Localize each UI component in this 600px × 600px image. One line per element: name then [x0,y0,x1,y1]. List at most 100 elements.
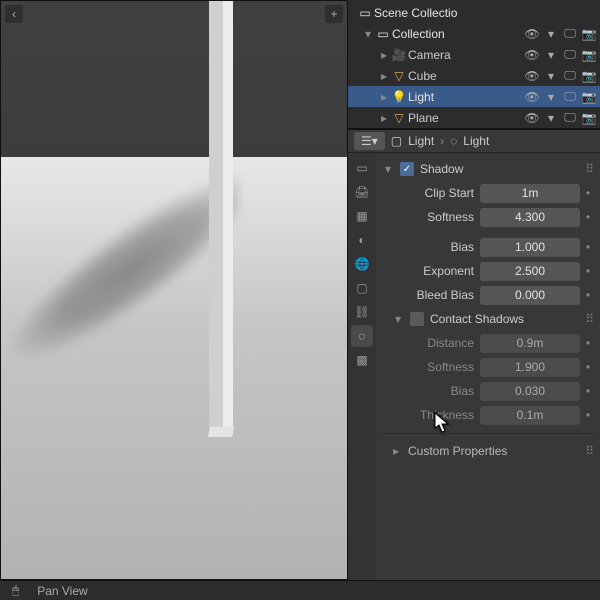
viewport-corner-widget-right[interactable]: + [325,5,343,23]
render-toggle-icon[interactable]: 📷 [581,68,597,84]
panel-header-contact-shadows[interactable]: ▾ Contact Shadows ⠿ [382,307,594,331]
visibility-toggle-icon[interactable]: 👁 [524,89,540,105]
tab-light-data[interactable]: ◌ [351,325,373,347]
selectable-toggle-icon[interactable]: ▾ [543,110,559,126]
animate-property-button[interactable]: • [586,264,594,278]
animate-property-button[interactable]: • [586,240,594,254]
chevron-right-icon: › [440,134,444,148]
disclosure-triangle-icon[interactable]: ▾ [362,27,374,41]
panel-title: Custom Properties [408,444,507,458]
breadcrumb-object[interactable]: Light [408,134,434,148]
render-toggle-icon[interactable]: 📷 [581,47,597,63]
animate-property-button[interactable]: • [586,360,594,374]
disclosure-triangle-icon[interactable]: ▸ [378,90,390,104]
viewport-display-toggle-icon[interactable]: 🖵 [562,47,578,63]
outliner-item-cube[interactable]: ▸ ▽ Cube 👁 ▾ 🖵 📷 [348,65,600,86]
shadow-enable-checkbox[interactable]: ✓ [400,162,414,176]
outliner-item-light[interactable]: ▸ 💡 Light 👁 ▾ 🖵 📷 [348,86,600,107]
panel-grip-icon[interactable]: ⠿ [585,312,594,326]
camera-icon: 🎥 [390,48,408,62]
animate-property-button[interactable]: • [586,210,594,224]
visibility-toggle-icon[interactable]: 👁 [524,110,540,126]
contact-softness-input[interactable]: 1.900 [480,358,580,377]
render-toggle-icon[interactable]: 📷 [581,89,597,105]
tab-object[interactable]: ▢ [351,277,373,299]
panel-grip-icon[interactable]: ⠿ [585,444,594,458]
selectable-toggle-icon[interactable]: ▾ [543,89,559,105]
panel-title: Shadow [420,162,463,176]
animate-property-button[interactable]: • [586,288,594,302]
outliner-item-label: Cube [408,69,524,83]
light-data-icon: ▢ [391,134,402,148]
viewport-corner-widget-left[interactable]: ‹ [5,5,23,23]
outliner-panel: ▭ Scene Collectio ▾ ▭ Collection 👁 ▾ 🖵 📷… [348,0,600,129]
disclosure-triangle-icon[interactable]: ▸ [378,48,390,62]
contact-thickness-input[interactable]: 0.1m [480,406,580,425]
tab-viewlayer[interactable]: ▦ [351,205,373,227]
properties-breadcrumb: ☰▾ ▢ Light › ◌ Light [348,129,600,153]
disclosure-triangle-icon[interactable]: ▾ [392,312,404,326]
panel-header-custom-properties[interactable]: ▸ Custom Properties ⠿ [382,440,594,462]
property-tabs: ▭ 🖨 ▦ ◐ 🌐 ▢ ⛓ ◌ ▩ [348,153,376,580]
outliner-item-label: Camera [408,48,524,62]
field-label: Thickness [382,408,474,422]
field-label: Softness [382,210,474,224]
status-bar: 🖱 Pan View [0,580,600,600]
collection-label: Collection [392,27,524,41]
field-label: Bleed Bias [382,288,474,302]
bias-input[interactable]: 1.000 [480,238,580,257]
contact-bias-input[interactable]: 0.030 [480,382,580,401]
animate-property-button[interactable]: • [586,408,594,422]
panel-header-shadow[interactable]: ▾ ✓ Shadow ⠿ [382,157,594,181]
disclosure-triangle-icon[interactable]: ▾ [382,162,394,176]
outliner-scene-collection[interactable]: ▭ Scene Collectio [348,2,600,23]
collection-icon: ▭ [374,27,392,41]
clip-start-input[interactable]: 1m [480,184,580,203]
tab-output[interactable]: 🖨 [351,181,373,203]
selectable-toggle-icon[interactable]: ▾ [543,47,559,63]
viewport-display-toggle-icon[interactable]: 🖵 [562,26,578,42]
light-data-icon: ◌ [450,134,457,148]
softness-input[interactable]: 4.300 [480,208,580,227]
outliner-item-label: Plane [408,111,524,125]
tab-texture[interactable]: ▩ [351,349,373,371]
viewport-render [1,1,347,579]
animate-property-button[interactable]: • [586,384,594,398]
disclosure-triangle-icon[interactable]: ▸ [390,444,402,458]
viewport-3d[interactable]: ‹ + [0,0,348,580]
status-text: Pan View [37,584,87,598]
render-toggle-icon[interactable]: 📷 [581,110,597,126]
selectable-toggle-icon[interactable]: ▾ [543,68,559,84]
tab-scene[interactable]: ◐ [351,229,373,251]
breadcrumb-data[interactable]: Light [463,134,489,148]
disclosure-triangle-icon[interactable]: ▸ [378,69,390,83]
scene-collection-label: Scene Collectio [374,6,600,20]
field-label: Exponent [382,264,474,278]
animate-property-button[interactable]: • [586,186,594,200]
field-label: Bias [382,240,474,254]
contact-shadows-enable-checkbox[interactable] [410,312,424,326]
exponent-input[interactable]: 2.500 [480,262,580,281]
bleed-bias-input[interactable]: 0.000 [480,286,580,305]
viewport-display-toggle-icon[interactable]: 🖵 [562,89,578,105]
outliner-item-camera[interactable]: ▸ 🎥 Camera 👁 ▾ 🖵 📷 [348,44,600,65]
render-toggle-icon[interactable]: 📷 [581,26,597,42]
disclosure-triangle-icon[interactable]: ▸ [378,111,390,125]
panel-grip-icon[interactable]: ⠿ [585,162,594,176]
tab-render[interactable]: ▭ [351,157,373,179]
breadcrumb-dropdown[interactable]: ☰▾ [354,132,385,150]
visibility-toggle-icon[interactable]: 👁 [524,26,540,42]
field-label: Bias [382,384,474,398]
viewport-display-toggle-icon[interactable]: 🖵 [562,68,578,84]
selectable-toggle-icon[interactable]: ▾ [543,26,559,42]
contact-distance-input[interactable]: 0.9m [480,334,580,353]
visibility-toggle-icon[interactable]: 👁 [524,47,540,63]
animate-property-button[interactable]: • [586,336,594,350]
visibility-toggle-icon[interactable]: 👁 [524,68,540,84]
tab-world[interactable]: 🌐 [351,253,373,275]
tab-constraints[interactable]: ⛓ [351,301,373,323]
outliner-collection[interactable]: ▾ ▭ Collection 👁 ▾ 🖵 📷 [348,23,600,44]
outliner-item-plane[interactable]: ▸ ▽ Plane 👁 ▾ 🖵 📷 [348,107,600,128]
field-label: Clip Start [382,186,474,200]
viewport-display-toggle-icon[interactable]: 🖵 [562,110,578,126]
